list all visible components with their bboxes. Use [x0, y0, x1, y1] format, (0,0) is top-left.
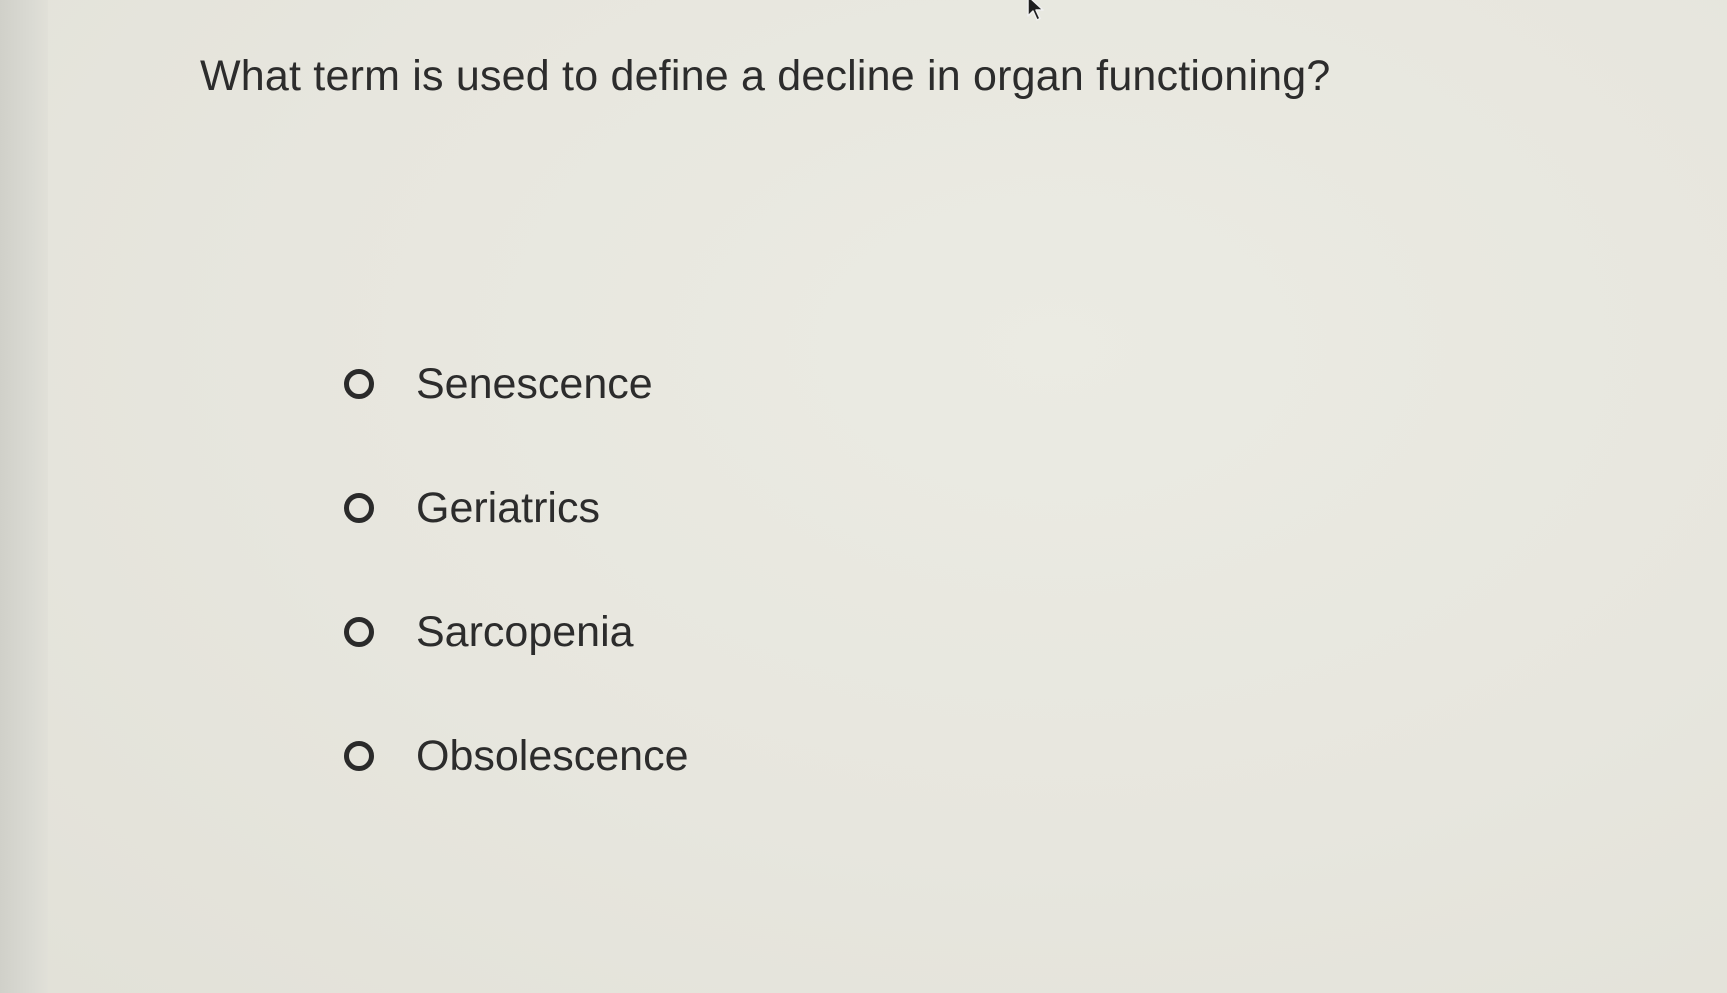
radio-unselected-icon[interactable] — [344, 493, 374, 523]
question-text: What term is used to define a decline in… — [200, 52, 1331, 100]
option-label[interactable]: Geriatrics — [416, 484, 600, 533]
answer-options: Senescence Geriatrics Sarcopenia Obsoles… — [344, 353, 689, 787]
option-geriatrics[interactable]: Geriatrics — [344, 477, 689, 539]
radio-unselected-icon[interactable] — [344, 369, 374, 399]
option-label[interactable]: Senescence — [416, 360, 653, 409]
radio-unselected-icon[interactable] — [344, 741, 374, 771]
quiz-page: What term is used to define a decline in… — [48, 0, 1727, 993]
option-sarcopenia[interactable]: Sarcopenia — [344, 601, 689, 663]
radio-unselected-icon[interactable] — [344, 617, 374, 647]
option-label[interactable]: Sarcopenia — [416, 608, 634, 657]
screen-left-edge — [0, 0, 48, 993]
option-obsolescence[interactable]: Obsolescence — [344, 725, 689, 787]
mouse-pointer-icon — [1027, 0, 1044, 21]
option-senescence[interactable]: Senescence — [344, 353, 689, 415]
option-label[interactable]: Obsolescence — [416, 732, 689, 781]
